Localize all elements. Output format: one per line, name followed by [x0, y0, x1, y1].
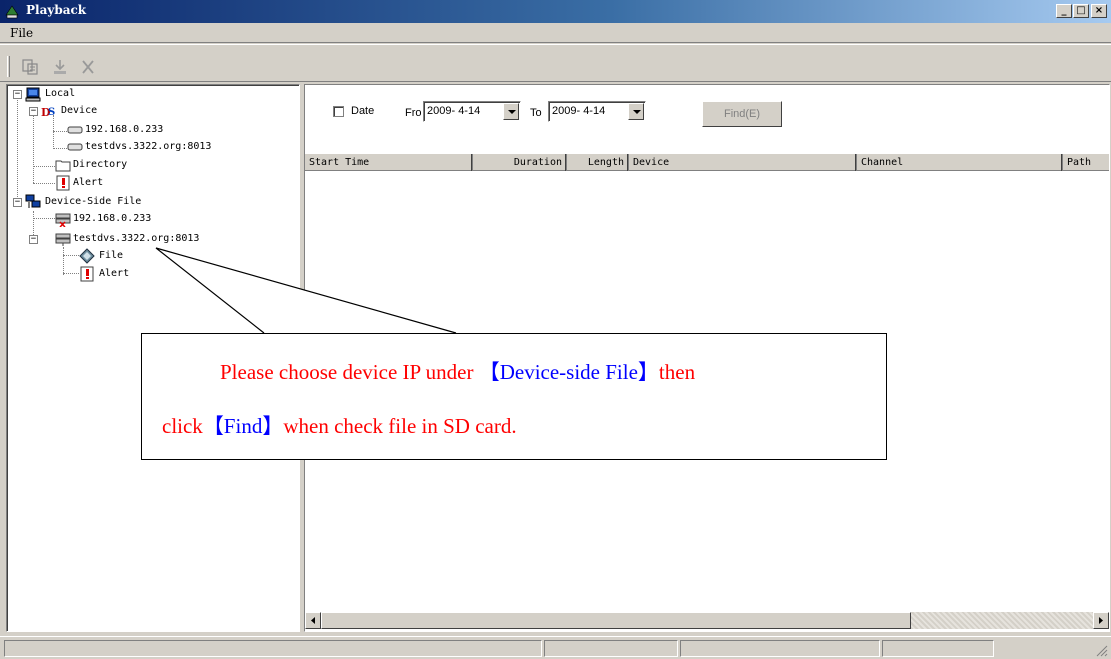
device-expander[interactable]: −	[29, 107, 38, 116]
callout-text: then	[658, 360, 696, 384]
tree-line	[53, 131, 67, 132]
callout-highlight: 【Find】	[202, 414, 284, 438]
tree-label-ds-file: File	[99, 250, 124, 261]
maximize-icon: □	[1076, 5, 1086, 16]
toolbar	[0, 44, 1111, 82]
tree-line	[63, 255, 79, 256]
find-button[interactable]: Find(E)	[702, 101, 782, 127]
to-dropdown-button[interactable]	[628, 103, 644, 120]
app-icon	[5, 5, 19, 19]
toolbar-grip[interactable]	[7, 56, 10, 77]
tree-line	[63, 247, 64, 275]
col-device[interactable]: Device	[629, 154, 857, 171]
callout-line-2: click【Find】when check file in SD card.	[162, 410, 517, 440]
tree-label-ds-ip: 192.168.0.233	[73, 213, 152, 224]
device-icon: D S	[41, 106, 55, 119]
status-bar	[0, 636, 1111, 659]
disk-icon	[67, 126, 83, 134]
alert-icon	[80, 266, 94, 282]
tree-label-ds-host: testdvs.3322.org:8013	[73, 233, 200, 244]
from-date-picker[interactable]: 2009- 4-14	[423, 101, 521, 122]
col-duration[interactable]: Duration	[473, 154, 567, 171]
to-label: To	[530, 107, 542, 119]
callout-box: Please choose device IP under 【Device-si…	[141, 333, 887, 460]
svg-text:S: S	[48, 107, 55, 118]
folder-icon	[55, 160, 71, 172]
results-table-header: Start Time Duration Length Device Channe…	[305, 154, 1109, 171]
from-label: Fro	[405, 107, 422, 119]
status-panel	[544, 640, 678, 657]
tree-label-directory: Directory	[73, 159, 128, 170]
date-checkbox[interactable]	[333, 106, 344, 117]
delete-icon[interactable]	[78, 57, 98, 77]
window-title: Playback	[26, 3, 87, 17]
tree-label-device-host: testdvs.3322.org:8013	[85, 141, 212, 152]
tree-label-ds-alert: Alert	[99, 268, 130, 279]
server-icon	[55, 233, 71, 246]
tree-label-device: Device	[61, 105, 98, 116]
status-panel	[882, 640, 994, 657]
callout-text: click	[162, 414, 203, 438]
callout-line-1: Please choose device IP under 【Device-si…	[220, 356, 695, 386]
status-panel	[680, 640, 880, 657]
resize-grip-icon[interactable]	[1094, 643, 1108, 657]
arrow-left-icon	[311, 617, 315, 624]
tree-label-local: Local	[45, 88, 76, 99]
menu-bar: File	[0, 23, 1111, 43]
tree-line	[33, 115, 34, 183]
properties-icon[interactable]	[20, 57, 40, 77]
ds-host-expander[interactable]: −	[29, 235, 38, 244]
col-start-time[interactable]: Start Time	[305, 154, 473, 171]
disk-icon	[67, 143, 83, 151]
tree-line	[33, 218, 55, 219]
from-dropdown-button[interactable]	[503, 103, 519, 120]
download-icon[interactable]	[50, 57, 70, 77]
minimize-icon: _	[1061, 5, 1067, 16]
tree-line	[53, 115, 54, 149]
from-date-value: 2009- 4-14	[427, 105, 481, 117]
computer-icon	[25, 87, 41, 102]
server-disconnected-icon	[55, 213, 71, 227]
tree-label-alert: Alert	[73, 177, 104, 188]
col-length[interactable]: Length	[567, 154, 629, 171]
minimize-button[interactable]: _	[1056, 4, 1072, 18]
close-icon: ×	[1094, 5, 1104, 16]
device-side-expander[interactable]: −	[13, 198, 22, 207]
status-panel	[4, 640, 542, 657]
tree-line	[17, 97, 18, 203]
menu-file[interactable]: File	[10, 26, 33, 40]
network-computer-icon	[25, 194, 41, 208]
date-label: Date	[351, 105, 375, 117]
tree-line	[53, 148, 67, 149]
title-bar: Playback _ □ ×	[0, 0, 1111, 23]
scroll-left-button[interactable]	[305, 612, 321, 629]
local-expander[interactable]: −	[13, 90, 22, 99]
alert-icon	[56, 175, 70, 191]
tree-line	[33, 183, 55, 184]
close-button[interactable]: ×	[1091, 4, 1107, 18]
callout-text: Please choose device IP under	[220, 360, 479, 384]
scroll-right-button[interactable]	[1093, 612, 1109, 629]
maximize-button[interactable]: □	[1073, 4, 1089, 18]
to-date-picker[interactable]: 2009- 4-14	[548, 101, 646, 122]
col-path[interactable]: Path	[1063, 154, 1109, 171]
tree-line	[33, 166, 55, 167]
file-diamond-icon	[79, 248, 95, 264]
callout-highlight: 【Device-side File】	[478, 360, 659, 384]
tree-label-device-side-file: Device-Side File	[45, 196, 142, 207]
arrow-right-icon	[1099, 617, 1103, 624]
search-bar: Date Fro 2009- 4-14 To 2009- 4-14 Find(E…	[305, 85, 1109, 154]
callout-text: when check file in SD card.	[283, 414, 517, 438]
horizontal-scrollbar[interactable]	[305, 612, 1109, 629]
tree-label-device-ip: 192.168.0.233	[85, 124, 164, 135]
col-channel[interactable]: Channel	[857, 154, 1063, 171]
tree-line	[63, 273, 79, 274]
scrollbar-thumb[interactable]	[321, 612, 911, 629]
to-date-value: 2009- 4-14	[552, 105, 606, 117]
